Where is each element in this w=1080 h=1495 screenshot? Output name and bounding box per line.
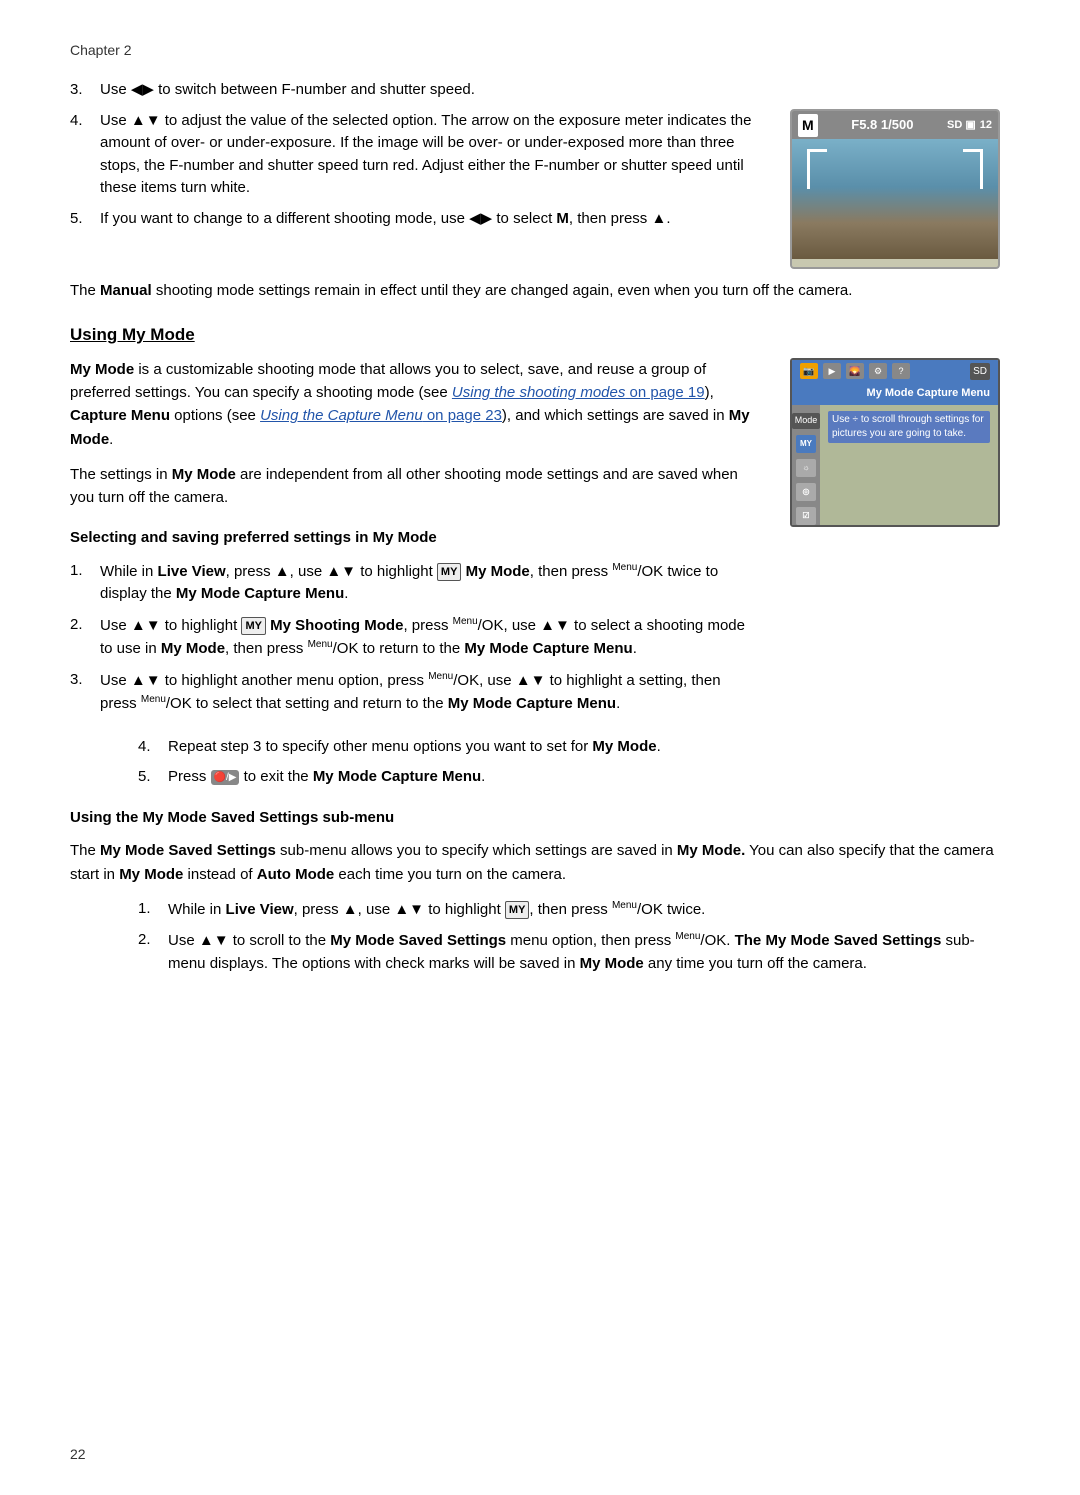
mymode-title: My Mode Capture Menu (867, 387, 990, 399)
mymode-screen: 📷 ▶ 🌄 ⚙ ? SD My Mode Capture Menu (790, 358, 1000, 527)
camera-bracket-left (807, 149, 827, 189)
mode-sidebar-label: Mode (792, 413, 821, 429)
item-content: Use ▲▼ to highlight another menu option,… (100, 669, 760, 716)
arrow-icon: ◀▶ (469, 210, 492, 227)
shutter-icon-btn: 🔴/▶ (211, 770, 240, 785)
selecting-list-continued: 4. Repeat step 3 to specify other menu o… (138, 736, 1010, 789)
list-item: 2. Use ▲▼ to scroll to the My Mode Saved… (138, 929, 1010, 975)
settings-icon: ⚙ (869, 363, 887, 379)
sd-icon: SD ▣ (947, 117, 976, 134)
list-item: 1. While in Live View, press ▲, use ▲▼ t… (138, 898, 1010, 922)
item-number: 4. (70, 110, 90, 200)
page: Chapter 2 3. Use ◀▶ to switch between F-… (0, 0, 1080, 1495)
menu-ok-label: Menu (453, 616, 478, 627)
saved-settings-heading: Using the My Mode Saved Settings sub-men… (70, 807, 1010, 830)
menu-ok-label-2: Menu (308, 639, 333, 650)
my-mode-intro-1: My Mode is a customizable shooting mode … (70, 358, 760, 451)
mymode-top-bar: 📷 ▶ 🌄 ⚙ ? SD (792, 360, 998, 383)
circle-sidebar-item: ◎ (796, 483, 816, 501)
my-icon-box: MY (241, 617, 266, 636)
list-item: 1. While in Live View, press ▲, use ▲▼ t… (70, 560, 760, 606)
menu-ok-label-2: Menu (141, 694, 166, 705)
saved-settings-intro: The My Mode Saved Settings sub-menu allo… (70, 839, 1010, 886)
item-number: 1. (70, 560, 90, 606)
camera-bracket-right (963, 149, 983, 189)
video-icon: ▶ (823, 363, 841, 379)
list-item: 3. Use ▲▼ to highlight another menu opti… (70, 669, 760, 716)
scene-icon: 🌄 (846, 363, 864, 379)
camera-mode-indicator: M (798, 114, 818, 137)
my-icon-box: MY (505, 901, 530, 920)
item-content: Repeat step 3 to specify other menu opti… (168, 736, 1010, 759)
my-mode-text-section: My Mode is a customizable shooting mode … (70, 358, 760, 726)
item-content: Use ▲▼ to highlight MY My Shooting Mode,… (100, 614, 760, 661)
menu-ok-label: Menu (428, 671, 453, 682)
camera-screen-top-bar: M F5.8 1/500 SD ▣ 12 (792, 111, 998, 139)
my-icon-box: MY (437, 563, 462, 582)
selecting-saving-heading: Selecting and saving preferred settings … (70, 527, 760, 550)
camera-icon: 📷 (800, 363, 818, 379)
my-sidebar-item: MY (796, 435, 816, 453)
page-number: 22 (70, 1444, 86, 1465)
arrow-icon: ▲ (651, 210, 666, 227)
help-icon: ? (892, 363, 910, 379)
mymode-top-bar-icons: 📷 ▶ 🌄 ⚙ ? (800, 363, 910, 379)
sun-sidebar-item: ☼ (796, 459, 816, 477)
camera-exposure-value: F5.8 1/500 (851, 115, 913, 135)
frame-count: 12 (980, 117, 992, 134)
camera-screen: M F5.8 1/500 SD ▣ 12 (790, 109, 1000, 269)
menu-ok-label: Menu (612, 900, 637, 911)
list-item: 3. Use ◀▶ to switch between F-number and… (70, 79, 760, 102)
mymode-sidebar: Mode MY ☼ ◎ ☑ (792, 405, 820, 525)
using-my-mode-heading: Using My Mode (70, 322, 1010, 348)
camera-landscape-view (792, 139, 998, 259)
item-number: 5. (70, 208, 90, 231)
mymode-main-content: Use ÷ to scroll through settings for pic… (820, 405, 998, 525)
sd-label: SD (970, 363, 990, 380)
top-numbered-list: 3. Use ◀▶ to switch between F-number and… (70, 79, 760, 230)
sd-counter: SD (970, 363, 990, 380)
item-number: 3. (70, 669, 90, 716)
chapter-label: Chapter 2 (70, 40, 1010, 61)
check-sidebar-item: ☑ (796, 507, 816, 525)
selecting-list: 1. While in Live View, press ▲, use ▲▼ t… (70, 560, 760, 716)
item-number: 4. (138, 736, 158, 759)
item-content: While in Live View, press ▲, use ▲▼ to h… (168, 898, 1010, 922)
list-item: 4. Repeat step 3 to specify other menu o… (138, 736, 1010, 759)
shooting-modes-link[interactable]: Using the shooting modes on page 19 (452, 384, 705, 401)
my-mode-intro-block: My Mode is a customizable shooting mode … (70, 358, 1010, 726)
item-number: 1. (138, 898, 158, 922)
mymode-title-bar: My Mode Capture Menu (792, 383, 998, 406)
item-content: If you want to change to a different sho… (100, 208, 760, 231)
list-item: 5. Press 🔴/▶ to exit the My Mode Capture… (138, 766, 1010, 789)
camera-image-block: M F5.8 1/500 SD ▣ 12 (790, 109, 1010, 269)
list-item: 5. If you want to change to a different … (70, 208, 760, 231)
menu-ok-label: Menu (675, 931, 700, 942)
mymode-body: Mode MY ☼ ◎ ☑ Use ÷ to scroll through se… (792, 405, 998, 525)
item-number: 2. (70, 614, 90, 661)
item-number: 3. (70, 79, 90, 102)
item-content: Use ▲▼ to scroll to the My Mode Saved Se… (168, 929, 1010, 975)
menu-ok-label: Menu (612, 562, 637, 573)
arrow-icon: ◀▶ (131, 81, 154, 98)
saved-settings-list: 1. While in Live View, press ▲, use ▲▼ t… (138, 898, 1010, 976)
item-content: Use ◀▶ to switch between F-number and sh… (100, 79, 760, 102)
top-text-section: 3. Use ◀▶ to switch between F-number and… (70, 79, 760, 269)
top-content-block: 3. Use ◀▶ to switch between F-number and… (70, 79, 1010, 269)
mymode-highlighted-row: Use ÷ to scroll through settings for pic… (828, 411, 990, 443)
ok-label: /OK (637, 563, 663, 580)
camera-right-icons: SD ▣ 12 (947, 117, 992, 134)
list-item: 2. Use ▲▼ to highlight MY My Shooting Mo… (70, 614, 760, 661)
item-number: 5. (138, 766, 158, 789)
my-mode-intro-2: The settings in My Mode are independent … (70, 463, 760, 510)
mymode-image-block: 📷 ▶ 🌄 ⚙ ? SD My Mode Capture Menu (790, 358, 1010, 726)
item-content: Use ▲▼ to adjust the value of the select… (100, 110, 760, 200)
item-number: 2. (138, 929, 158, 975)
manual-note: The Manual shooting mode settings remain… (70, 279, 1010, 302)
item-content: Press 🔴/▶ to exit the My Mode Capture Me… (168, 766, 1010, 789)
arrow-icon: ▲▼ (131, 112, 161, 129)
item-content: While in Live View, press ▲, use ▲▼ to h… (100, 560, 760, 606)
capture-menu-link[interactable]: Using the Capture Menu on page 23 (260, 407, 502, 424)
list-item: 4. Use ▲▼ to adjust the value of the sel… (70, 110, 760, 200)
